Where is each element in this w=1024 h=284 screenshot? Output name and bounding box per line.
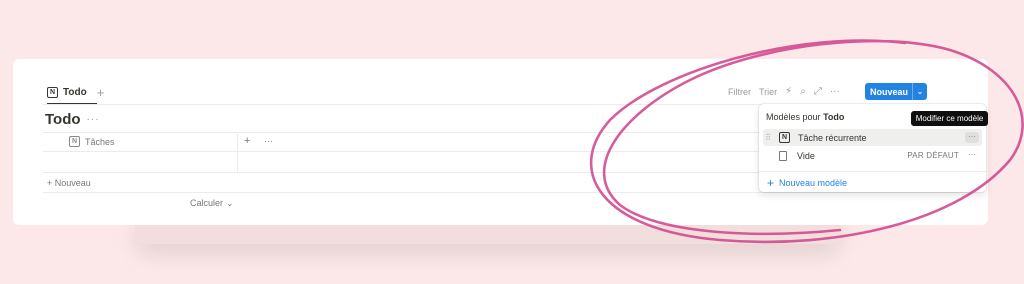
- notion-icon: N: [69, 136, 80, 147]
- tab-label: Todo: [63, 87, 87, 98]
- template-item-empty[interactable]: Vide PAR DÉFAUT ···: [763, 147, 982, 164]
- tooltip-text: Modifier ce modèle: [915, 114, 984, 123]
- template-label: Vide: [797, 150, 815, 161]
- more-icon[interactable]: ···: [830, 86, 840, 97]
- new-row-border: [43, 192, 968, 193]
- tooltip: Modifier ce modèle: [911, 111, 988, 126]
- more-icon[interactable]: ···: [965, 150, 979, 161]
- tab-todo[interactable]: N Todo +: [47, 85, 104, 100]
- new-button[interactable]: Nouveau ⌄: [865, 83, 927, 100]
- more-icon[interactable]: ···: [87, 114, 100, 125]
- new-template-label: Nouveau modèle: [779, 178, 848, 188]
- add-view-icon[interactable]: +: [97, 85, 105, 100]
- chevron-down-icon[interactable]: ⌄: [913, 87, 927, 96]
- default-badge: PAR DÉFAUT: [907, 151, 959, 160]
- template-item-recurring-task[interactable]: ⠿ N Tâche récurrente ···: [763, 129, 982, 146]
- search-icon[interactable]: ⌕: [800, 86, 806, 97]
- menu-divider: [759, 171, 986, 172]
- notion-icon: N: [47, 87, 58, 98]
- view-toolbar: Filtrer Trier ⚡ ⌕ ⤢ ···: [728, 86, 840, 97]
- calculate-label: Calculer: [190, 198, 224, 208]
- page-icon: [779, 150, 787, 161]
- column-divider: [237, 134, 238, 172]
- sort-button[interactable]: Trier: [759, 87, 777, 97]
- expand-icon[interactable]: ⤢: [814, 86, 822, 97]
- new-button-label[interactable]: Nouveau: [865, 87, 912, 97]
- lightning-icon[interactable]: ⚡: [785, 86, 792, 97]
- new-row-button[interactable]: + Nouveau: [47, 178, 91, 188]
- new-template-button[interactable]: + Nouveau modèle: [767, 176, 847, 190]
- more-icon[interactable]: ···: [264, 136, 273, 146]
- plus-icon: +: [767, 176, 775, 190]
- heading-prefix: Modèles pour: [766, 112, 821, 122]
- template-label: Tâche récurrente: [798, 132, 867, 143]
- notion-icon: N: [779, 132, 790, 143]
- more-icon[interactable]: ···: [965, 132, 979, 143]
- column-header-label: Tâches: [85, 136, 115, 147]
- page-title: Todo ···: [45, 111, 100, 128]
- drag-handle-icon[interactable]: ⠿: [763, 133, 773, 142]
- calculate-button[interactable]: Calculer ⌄: [190, 198, 234, 209]
- column-header-taches[interactable]: N Tâches: [69, 136, 115, 147]
- templates-menu-heading: Modèles pour Todo: [766, 112, 844, 122]
- heading-target: Todo: [823, 112, 845, 122]
- page-title-text: Todo: [45, 111, 81, 128]
- chevron-down-icon: ⌄: [226, 198, 234, 208]
- filter-button[interactable]: Filtrer: [728, 87, 751, 97]
- add-column-icon[interactable]: +: [244, 135, 250, 147]
